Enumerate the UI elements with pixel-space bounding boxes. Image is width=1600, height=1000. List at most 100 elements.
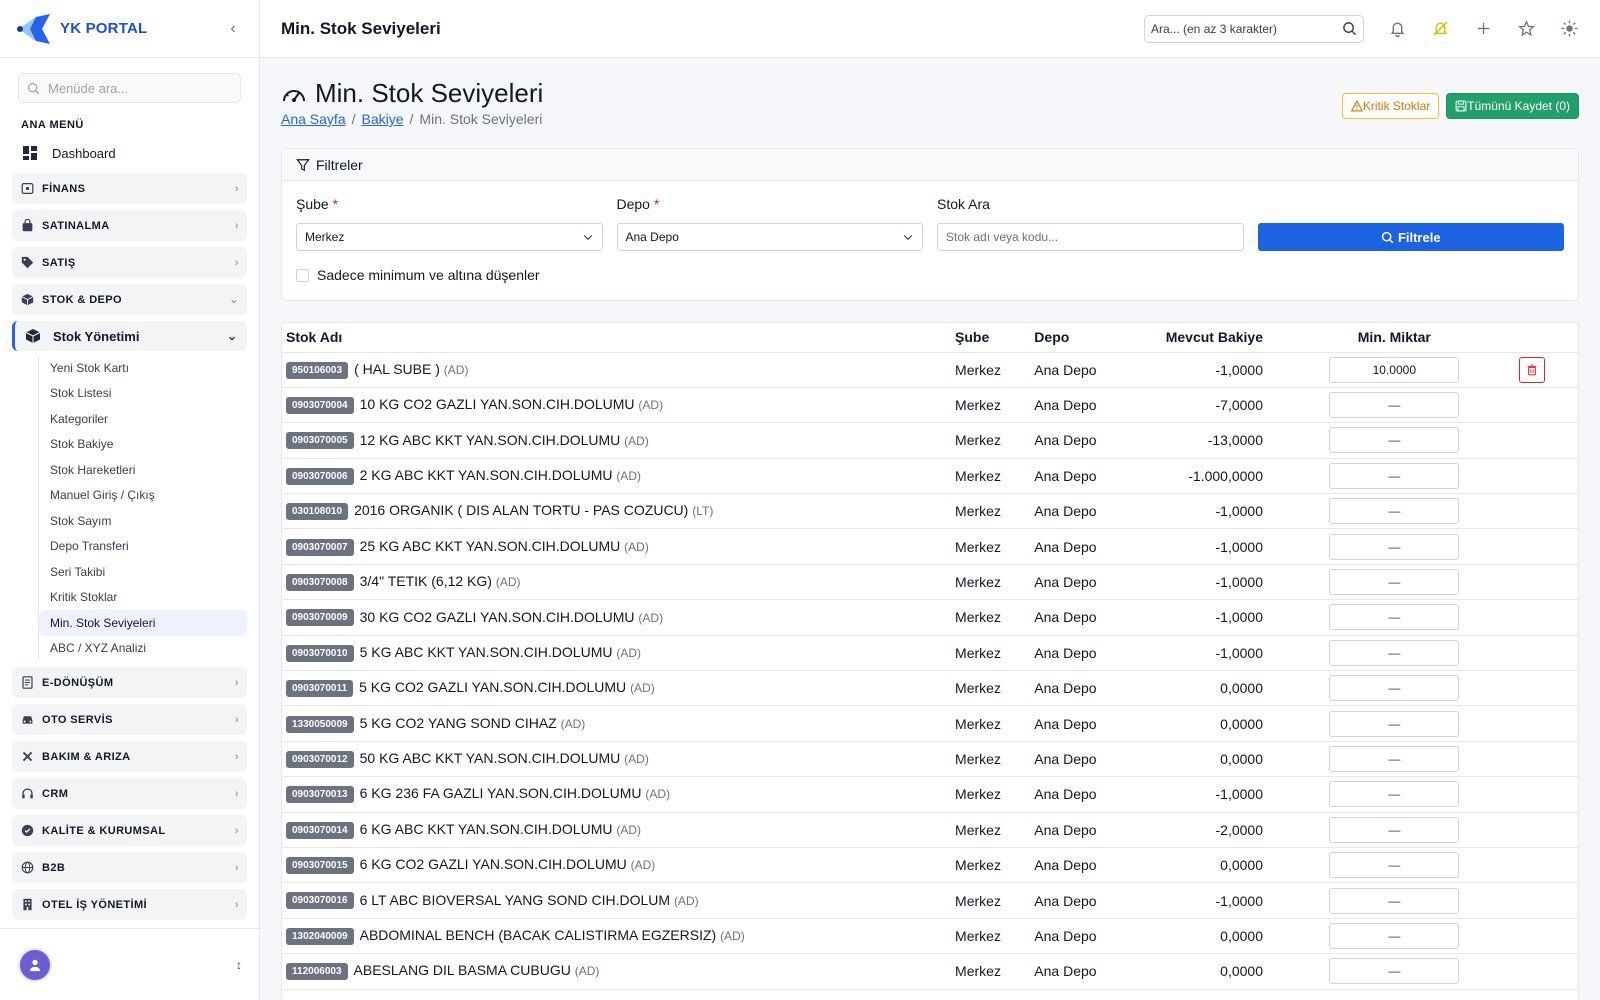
column-header-min-quantity[interactable]: Min. Miktar [1267,323,1486,353]
chevron-down-icon: ⌄ [226,329,237,343]
stock-name-cell: 0903070007 25 KG ABC KKT YAN.SON.CIH.DOLU… [282,528,952,565]
sidebar-item-yeni-stok-karti[interactable]: Yeni Stok Kartı [39,355,247,381]
save-all-button[interactable]: Tümünü Kaydet (0) [1446,93,1579,119]
column-header-warehouse[interactable]: Depo [1030,323,1129,353]
min-quantity-input[interactable]: — [1329,781,1460,808]
stock-code-badge: 030108010 [286,503,349,521]
warehouse-cell: Ana Depo [1030,741,1129,778]
warehouse-cell: Ana Depo [1030,705,1129,742]
sidebar-group-oto-servis[interactable]: OTO SERVİS › [12,704,247,735]
sidebar-group-b2b[interactable]: B2B › [12,852,247,883]
sidebar-item-dashboard[interactable]: Dashboard [12,139,247,167]
sidebar-item-min-stok-seviyeleri[interactable]: Min. Stok Seviyeleri [39,610,247,636]
balance-cell: -1,0000 [1128,352,1267,388]
global-search-input[interactable]: Ara... (en az 3 karakter) [1144,14,1364,43]
sidebar-group-satinalma[interactable]: SATINALMA › [12,210,247,241]
sidebar-item-seri-takibi[interactable]: Seri Takibi [39,559,247,585]
sidebar-item-kritik-stoklar[interactable]: Kritik Stoklar [39,585,247,611]
sidebar-group-satis[interactable]: SATIŞ › [12,247,247,278]
column-header-stock-name[interactable]: Stok Adı [282,323,952,353]
chevron-up-down-icon[interactable]: ↕ [236,958,242,972]
min-quantity-input[interactable]: — [1329,427,1460,454]
min-quantity-input[interactable]: — [1329,922,1460,949]
branch-cell: Merkez [951,528,1031,565]
column-header-balance[interactable]: Mevcut Bakiye [1128,323,1267,353]
search-icon [1381,231,1394,243]
sidebar-item-stok-sayim[interactable]: Stok Sayım [39,508,247,534]
min-quantity-input[interactable]: — [1329,604,1460,631]
sidebar-group-stok-depo[interactable]: STOK & DEPO ⌄ [12,284,247,315]
critical-stocks-label: Kritik Stoklar [1362,99,1431,113]
min-quantity-cell: 10.0000 [1267,352,1486,388]
filter-button[interactable]: Filtrele [1257,223,1564,251]
column-header-branch[interactable]: Şube [951,323,1031,353]
warehouse-select[interactable]: Ana Depo [616,223,923,251]
stock-unit: (AD) [645,787,671,802]
bell-icon[interactable] [1387,19,1407,39]
min-quantity-input[interactable]: — [1329,533,1460,560]
min-quantity-input[interactable]: — [1329,639,1460,666]
min-quantity-cell: — [1267,670,1486,707]
sidebar-group-crm[interactable]: CRM › [12,778,247,809]
sidebar-item-stok-bakiye[interactable]: Stok Bakiye [39,432,247,458]
only-below-min-label: Sadece minimum ve altına düşenler [317,267,540,283]
branch-cell: Merkez [951,635,1031,672]
min-quantity-input[interactable]: — [1329,675,1460,702]
stock-unit: (AD) [624,752,649,767]
branch-select[interactable]: Merkez [296,223,603,251]
globe-icon [20,861,34,875]
min-quantity-input[interactable]: — [1329,745,1460,772]
min-quantity-input[interactable]: — [1329,958,1460,985]
sidebar-item-stok-listesi[interactable]: Stok Listesi [39,381,247,407]
sidebar-item-depo-transferi[interactable]: Depo Transferi [39,534,247,560]
min-quantity-input[interactable]: — [1329,887,1460,914]
delete-button[interactable] [1518,356,1545,383]
balance-cell: -1,0000 [1128,635,1267,672]
stock-search-input[interactable]: Stok adı veya kodu... [937,223,1244,251]
min-quantity-cell: — [1267,493,1486,530]
breadcrumb-link-bakiye[interactable]: Bakiye [362,111,404,127]
stock-name-cell: 0903070013 6 KG 236 FA GAZLI YAN.SON.CIH.… [282,776,952,813]
sidebar-group-kalite-kurumsal[interactable]: KALİTE & KURUMSAL › [12,815,247,846]
min-quantity-input[interactable]: — [1329,710,1460,737]
actions-cell [1485,670,1578,707]
min-quantity-input[interactable]: — [1329,498,1460,525]
only-below-min-checkbox[interactable]: Sadece minimum ve altına düşenler [282,251,1578,283]
checkbox-box[interactable] [296,268,309,282]
table-row: 0903070004 10 KG CO2 GAZLI YAN.SON.CIH.DO… [282,387,1578,424]
sidebar-group-finans[interactable]: FİNANS › [12,173,247,204]
sidebar-group-label: FİNANS [42,182,86,195]
star-icon[interactable] [1516,19,1536,39]
sidebar-item-kategoriler[interactable]: Kategoriler [39,406,247,432]
sidebar-subgroup-stok-yonetimi[interactable]: Stok Yönetimi ⌄ [12,321,247,351]
warehouse-cell: Ana Depo [1030,882,1129,919]
avatar[interactable] [18,947,52,982]
min-quantity-input[interactable]: — [1329,816,1460,843]
collapse-sidebar-icon[interactable]: ‹ [223,20,243,38]
sidebar-item-stok-hareketleri[interactable]: Stok Hareketleri [39,457,247,483]
sidebar-group-bakim-ariza[interactable]: BAKIM & ARIZA › [12,741,247,772]
stock-code-badge: 0903070004 [286,396,354,414]
stock-code-badge: 950106003 [286,361,349,379]
sidebar-item-abc-xyz-analizi[interactable]: ABC / XYZ Analizi [39,636,247,662]
breadcrumb-link-ana-sayfa[interactable]: Ana Sayfa [281,111,346,127]
min-quantity-input[interactable]: — [1329,569,1460,596]
min-quantity-input[interactable]: — [1329,852,1460,879]
critical-stocks-button[interactable]: Kritik Stoklar [1341,93,1440,119]
plus-icon[interactable] [1473,19,1493,39]
min-quantity-input[interactable]: — [1329,392,1460,419]
min-quantity-input[interactable]: 10.0000 [1329,356,1460,383]
min-quantity-input[interactable]: — [1329,462,1460,489]
bell-off-icon[interactable] [1430,19,1450,39]
stock-name: 5 KG ABC KKT YAN.SON.CIH.DOLUMU [359,643,613,660]
stock-name-cell: 0903070016 6 LT ABC BIOVERSAL YANG SOND C… [282,882,952,919]
stock-unit: (AD) [638,610,664,625]
table-row: 0903070010 5 KG ABC KKT YAN.SON.CIH.DOLUM… [282,635,1578,672]
sidebar-group-e-donusum[interactable]: E-DÖNÜŞÜM › [12,667,247,698]
sun-icon[interactable] [1559,19,1579,39]
sidebar-group-otel-is-yonetimi[interactable]: OTEL İŞ YÖNETİMİ › [12,889,247,920]
filter-icon [296,158,310,171]
sidebar-footer: ↕ [0,928,260,1000]
sidebar-item-manuel-giris-cikis[interactable]: Manuel Giriş / Çıkış [39,483,247,509]
menu-search-input[interactable]: Menüde ara... [18,73,241,103]
